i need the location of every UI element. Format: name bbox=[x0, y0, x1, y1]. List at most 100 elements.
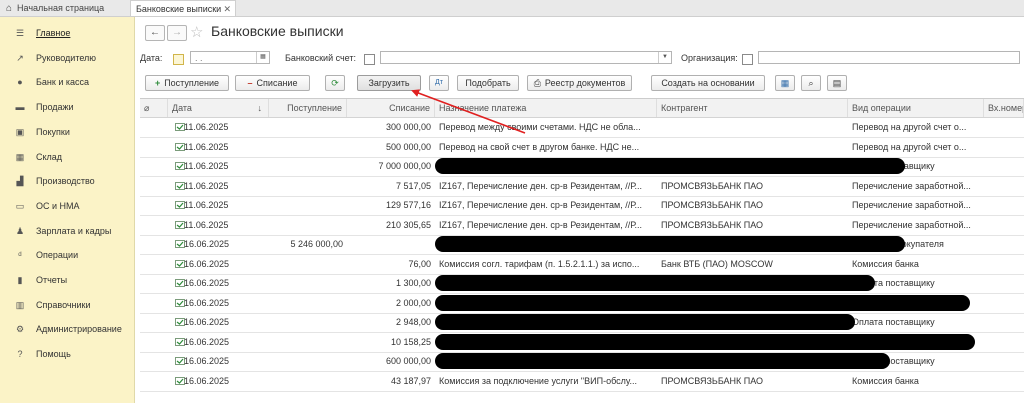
forward-button[interactable]: → bbox=[167, 25, 187, 41]
sidebar-item[interactable]: ▦ Склад bbox=[0, 145, 134, 169]
sidebar-item[interactable]: ♟ Зарплата и кадры bbox=[0, 219, 134, 243]
dt-kt-icon[interactable]: Дт bbox=[429, 75, 449, 91]
favorite-star-icon[interactable]: ☆ bbox=[190, 23, 203, 41]
org-checkbox[interactable] bbox=[742, 54, 753, 65]
select-button[interactable]: Подобрать bbox=[457, 75, 519, 91]
col-operation[interactable]: Вид операции bbox=[848, 99, 984, 117]
table-row[interactable]: 11.06.2025 500 000,00 Перевод на свой счет… bbox=[140, 138, 1024, 158]
cell-expense: 129 577,16 bbox=[385, 200, 431, 210]
cell-income bbox=[269, 138, 347, 157]
refresh-icon[interactable]: ⟳ bbox=[325, 75, 345, 91]
cell-date: 16.06.2025 bbox=[184, 356, 230, 366]
table-row[interactable]: 16.06.2025 76,00 Комиссия согл. тарифам (п… bbox=[140, 255, 1024, 275]
table-header: ⌀ Дата ↓ Поступление Списание Назначение … bbox=[140, 99, 1024, 118]
cell-expense: 1 300,00 bbox=[395, 278, 431, 288]
structure-icon[interactable]: ▦ bbox=[775, 75, 795, 91]
account-checkbox[interactable] bbox=[364, 54, 375, 65]
cell-date: 16.06.2025 bbox=[184, 278, 230, 288]
table-row[interactable]: 16.06.2025 43 187,97 Комиссия за подключен… bbox=[140, 372, 1024, 392]
book-icon: ▥ bbox=[15, 299, 25, 310]
calendar-icon[interactable]: ▦ bbox=[256, 52, 269, 63]
cell-date: 16.06.2025 bbox=[184, 375, 230, 386]
sidebar-item[interactable]: ⚙ Администрирование bbox=[0, 317, 134, 341]
table-row[interactable]: 16.06.202510 158,25Уплата налога bbox=[140, 333, 1024, 353]
tab-bar: ⌂ Начальная страница Банковские выписки ✕ bbox=[0, 0, 1024, 17]
table-row[interactable]: 11.06.2025 7 517,05 IZ167, Перечисление де… bbox=[140, 177, 1024, 197]
table-row[interactable]: 16.06.20255 246 000,00Оплата от покупате… bbox=[140, 235, 1024, 255]
cell-income: 5 246 000,00 bbox=[290, 239, 343, 249]
cell-date: 11.06.2025 bbox=[184, 180, 229, 191]
sidebar-item[interactable]: ↗ Руководителю bbox=[0, 46, 134, 70]
create-based-button[interactable]: Создать на основании bbox=[651, 75, 765, 91]
table-row[interactable]: 11.06.2025 129 577,16 IZ167, Перечисление … bbox=[140, 196, 1024, 216]
table-row[interactable]: 16.06.2025 600 000,00 Оплата поставщику bbox=[140, 352, 1024, 372]
chevron-down-icon[interactable]: ▼ bbox=[658, 52, 671, 63]
redaction-bar bbox=[435, 353, 890, 369]
sidebar-item[interactable]: ● Банк и касса bbox=[0, 70, 134, 94]
delete-icon[interactable]: ▤ bbox=[827, 75, 847, 91]
expense-button[interactable]: – Списание bbox=[235, 75, 310, 91]
attachment-column-icon[interactable]: ⌀ bbox=[140, 99, 168, 117]
report-icon: ▮ bbox=[17, 275, 23, 285]
sidebar-item-label: Справочники bbox=[36, 299, 91, 310]
sidebar-item[interactable]: ▮ Отчеты bbox=[0, 268, 134, 292]
sidebar-item[interactable]: ▣ Покупки bbox=[0, 120, 134, 144]
date-checkbox[interactable] bbox=[173, 54, 184, 65]
sidebar-item-label: Склад bbox=[36, 151, 63, 162]
table-row[interactable]: 16.06.2025 2 948,00 Оплата поставщику bbox=[140, 313, 1024, 333]
cell-purpose: IZ167, Перечисление ден. ср-в Резидентам… bbox=[439, 200, 643, 210]
cell-date: 11.06.2025 bbox=[184, 122, 229, 132]
date-label: Дата: bbox=[140, 53, 163, 63]
sidebar-item[interactable]: ▬ Продажи bbox=[0, 95, 134, 119]
col-income[interactable]: Поступление bbox=[269, 99, 347, 117]
cell-counterparty: ПРОМСВЯЗЬБАНК ПАО bbox=[661, 200, 764, 210]
sidebar-item[interactable]: ▭ ОС и НМА bbox=[0, 194, 134, 218]
cell-date: 11.06.2025 bbox=[184, 141, 229, 152]
back-button[interactable]: ← bbox=[145, 25, 165, 41]
tab-home[interactable]: ⌂ Начальная страница bbox=[6, 0, 104, 16]
table-row[interactable]: 16.06.20252 000,00Прочее списание bbox=[140, 294, 1024, 314]
cell-date: 16.06.2025 bbox=[184, 297, 230, 308]
table-row[interactable]: 11.06.20257 000 000,00Оплата поставщику bbox=[140, 157, 1024, 177]
tab-bank-statements[interactable]: Банковские выписки ✕ bbox=[130, 0, 236, 16]
sidebar-item[interactable]: ▥ Справочники bbox=[0, 293, 134, 317]
date-field[interactable]: . . ▦ bbox=[190, 51, 270, 64]
cell-date: 16.06.2025 bbox=[184, 317, 230, 327]
income-button[interactable]: + Поступление bbox=[145, 75, 229, 91]
load-button[interactable]: Загрузить bbox=[357, 75, 421, 91]
cell-expense: 500 000,00 bbox=[385, 141, 431, 152]
sidebar-item[interactable]: ᵈ Операции bbox=[0, 243, 134, 267]
sidebar-item[interactable]: ☰ Главное bbox=[0, 21, 134, 45]
col-counterparty[interactable]: Контрагент bbox=[657, 99, 848, 117]
col-expense[interactable]: Списание bbox=[347, 99, 435, 117]
cell-expense bbox=[347, 235, 435, 254]
col-date[interactable]: Дата ↓ bbox=[168, 99, 269, 117]
home-icon: ⌂ bbox=[6, 3, 13, 14]
sidebar-item[interactable]: ▟ Производство bbox=[0, 169, 134, 193]
nav-buttons: ← → bbox=[145, 25, 189, 41]
sidebar-item-label: Руководителю bbox=[36, 52, 97, 63]
registry-button-label: Реестр документов bbox=[544, 78, 626, 88]
sidebar-item-label: Помощь bbox=[36, 349, 71, 360]
help-icon: ? bbox=[17, 349, 23, 360]
cell-income bbox=[269, 313, 347, 332]
table-row[interactable]: 16.06.2025 1 300,00 Оплата поставщику bbox=[140, 274, 1024, 294]
cell-operation: Перечисление заработной... bbox=[852, 200, 971, 210]
registry-button[interactable]: ⎙ Реестр документов bbox=[527, 75, 632, 91]
table-row[interactable]: 11.06.2025 300 000,00 Перевод между своими… bbox=[140, 118, 1024, 138]
sidebar-item-label: Зарплата и кадры bbox=[36, 225, 112, 236]
cell-purpose: Комиссия согл. тарифам (п. 1.5.2.1.1.) з… bbox=[439, 258, 640, 269]
sidebar: ☰ Главное ↗ Руководителю ● Банк и касса ▬ Прода… bbox=[0, 17, 135, 403]
bank-icon: ● bbox=[17, 77, 23, 88]
org-field[interactable] bbox=[758, 51, 1020, 64]
close-icon[interactable]: ✕ bbox=[223, 1, 231, 17]
cell-income bbox=[269, 352, 347, 371]
cell-counterparty: ПРОМСВЯЗЬБАНК ПАО bbox=[661, 180, 764, 191]
attachment-icon[interactable]: ⌕ bbox=[801, 75, 821, 91]
col-incoming-number[interactable]: Вх.номер bbox=[984, 99, 1024, 117]
col-purpose[interactable]: Назначение платежа bbox=[435, 99, 657, 117]
sidebar-item[interactable]: ? Помощь bbox=[0, 342, 134, 366]
table-row[interactable]: 11.06.2025 210 305,65 IZ167, Перечисление … bbox=[140, 216, 1024, 236]
account-field[interactable]: ▼ bbox=[380, 51, 672, 64]
cell-expense: 600 000,00 bbox=[385, 356, 431, 366]
